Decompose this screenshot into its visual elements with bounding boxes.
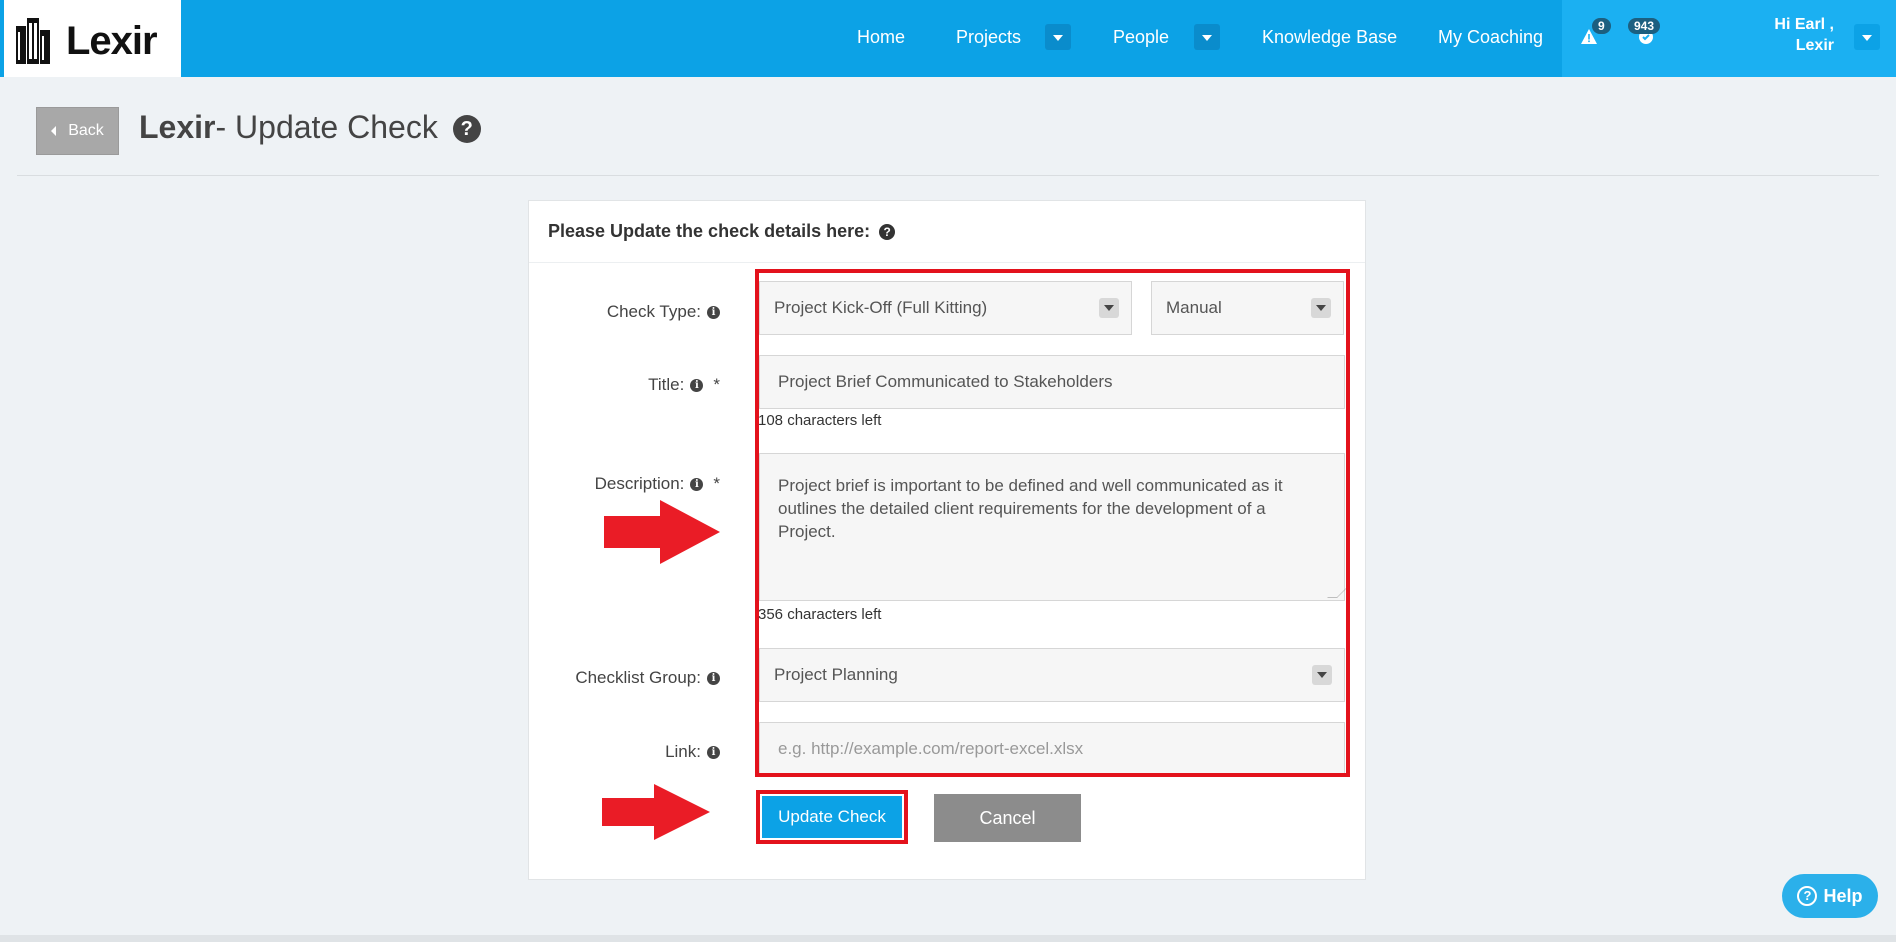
info-icon[interactable]: i [690,477,704,491]
question-circle-icon[interactable]: ? [452,115,481,143]
notifications-count-badge: 943 [1628,18,1661,34]
link-input[interactable]: e.g. http://example.com/report-excel.xls… [759,722,1345,776]
red-arrow [602,784,710,840]
check-mode-select[interactable]: Manual [1151,281,1344,335]
question-circle-icon[interactable]: ? [879,224,896,240]
user-menu-caret-down-icon[interactable] [1854,24,1880,50]
people-caret-down-icon[interactable] [1194,24,1220,50]
caret-down-icon [1311,298,1331,318]
user-greeting[interactable]: Hi Earl , Lexir [1774,14,1834,56]
cancel-button[interactable]: Cancel [934,794,1081,842]
title-label: Title: i * [648,375,720,394]
check-type-select[interactable]: Project Kick-Off (Full Kitting) [759,281,1132,335]
top-navbar: Lexir Home Projects People Knowledge Bas… [0,0,1896,77]
title-chars-left: 108 characters left [758,412,882,429]
nav-my-coaching[interactable]: My Coaching [1438,0,1543,77]
page-title: Lexir- Update Check ? [139,106,481,148]
update-check-button[interactable]: Update Check [756,790,908,844]
projects-caret-down-icon[interactable] [1045,24,1071,50]
nav-knowledge-base[interactable]: Knowledge Base [1262,0,1397,77]
card-header: Please Update the check details here: ? [529,201,1365,263]
description-chars-left: 356 characters left [758,606,882,623]
nav-home[interactable]: Home [857,0,905,77]
description-label: Description: i * [594,474,720,493]
caret-left-icon [51,126,57,136]
info-icon[interactable]: i [707,305,720,319]
info-icon[interactable]: i [690,378,704,392]
help-button[interactable]: ? Help [1782,874,1878,918]
required-mark: * [713,474,720,493]
title-divider [17,175,1879,176]
alerts-count-badge: 9 [1592,18,1611,34]
question-circle-icon: ? [1797,886,1818,906]
title-input[interactable]: Project Brief Communicated to Stakeholde… [759,355,1345,409]
resize-handle-icon[interactable] [1327,588,1347,598]
check-type-label: Check Type: i [607,302,720,322]
brand-name: Lexir [66,19,158,63]
brand-logo[interactable]: Lexir [4,0,181,77]
info-icon[interactable]: i [707,745,720,759]
nav-user-area: 9 943 Hi Earl , Lexir [1562,0,1896,77]
back-button[interactable]: Back [36,107,119,155]
caret-down-icon [1312,665,1332,685]
card-heading: Please Update the check details here: ? [548,221,896,242]
bottom-strip [0,935,1896,942]
checklist-group-select[interactable]: Project Planning [759,648,1345,702]
nav-people[interactable]: People [1113,0,1169,77]
caret-down-icon [1099,298,1119,318]
checklist-group-label: Checklist Group: i [575,668,720,688]
description-textarea[interactable]: Project brief is important to be defined… [759,453,1347,601]
info-icon[interactable]: i [707,671,720,685]
building-logo-icon [16,17,50,64]
link-label: Link: i [665,742,720,762]
nav-projects[interactable]: Projects [956,0,1021,77]
required-mark: * [713,375,720,394]
red-arrow [604,500,720,564]
